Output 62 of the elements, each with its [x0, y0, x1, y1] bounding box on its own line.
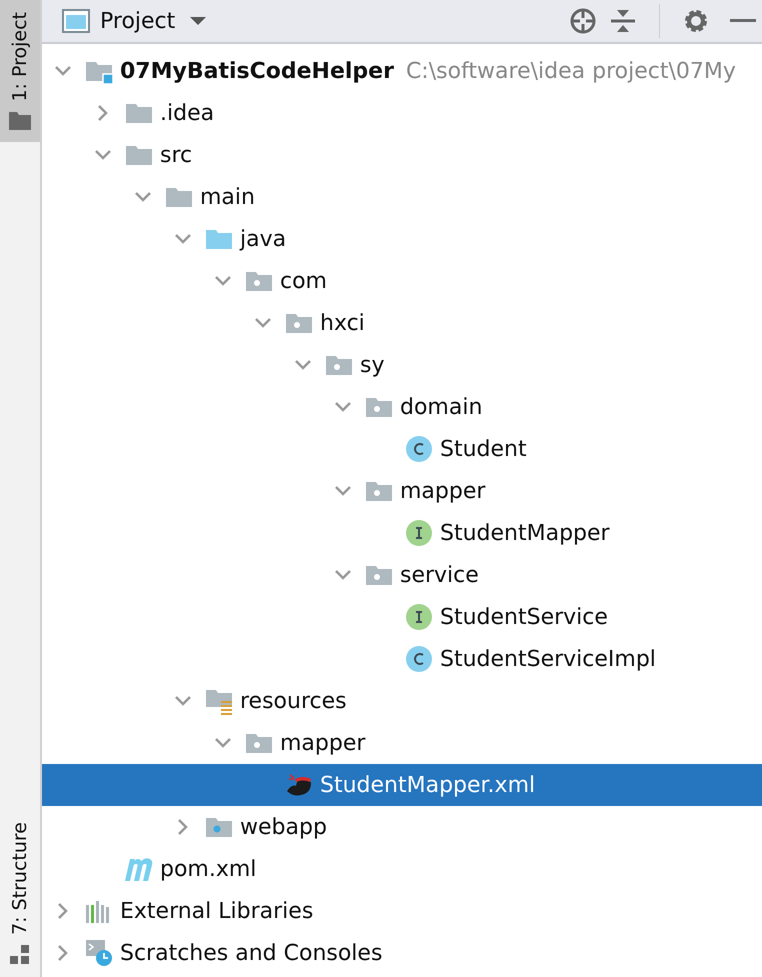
- tree-row[interactable]: java: [42, 218, 762, 260]
- tree-row[interactable]: StudentServiceImpl: [42, 638, 762, 680]
- tree-row[interactable]: Student: [42, 428, 762, 470]
- tree-row[interactable]: StudentMapper: [42, 512, 762, 554]
- scratches-icon: [85, 939, 113, 967]
- node-label: sy: [360, 352, 384, 378]
- node-label: service: [400, 562, 479, 588]
- node-label: webapp: [240, 814, 327, 840]
- tree-row[interactable]: hxci: [42, 302, 762, 344]
- node-label: mapper: [280, 730, 366, 756]
- node-label: StudentMapper.xml: [320, 772, 536, 798]
- settings-icon[interactable]: [682, 7, 710, 35]
- node-label: java: [240, 226, 286, 252]
- node-label: StudentService: [440, 604, 608, 630]
- node-label: .idea: [160, 100, 214, 126]
- tree-row[interactable]: webapp: [42, 806, 762, 848]
- node-label: StudentServiceImpl: [440, 646, 656, 672]
- interface-icon: [405, 519, 433, 547]
- project-view-icon: [62, 9, 90, 33]
- node-label: StudentMapper: [440, 520, 610, 546]
- resources-folder-icon: [205, 687, 233, 715]
- tree-row[interactable]: main: [42, 176, 762, 218]
- node-label: main: [200, 184, 255, 210]
- view-title: Project: [100, 8, 176, 34]
- tree-row[interactable]: StudentMapper.xml: [42, 764, 762, 806]
- tree-row[interactable]: mapper: [42, 722, 762, 764]
- class-icon: [405, 645, 433, 673]
- tree-row[interactable]: StudentService: [42, 596, 762, 638]
- caret-icon[interactable]: [189, 16, 208, 26]
- node-label: resources: [240, 688, 347, 714]
- tree-row[interactable]: com: [42, 260, 762, 302]
- node-path: C:\software\idea project\07My: [406, 58, 736, 84]
- class-icon: [405, 435, 433, 463]
- node-label: External Libraries: [120, 898, 314, 924]
- tree-row[interactable]: mapper: [42, 470, 762, 512]
- tree-row[interactable]: Scratches and Consoles: [42, 932, 762, 974]
- tree-row[interactable]: .idea: [42, 92, 762, 134]
- node-label: com: [280, 268, 327, 294]
- node-label: src: [160, 142, 192, 168]
- tool-window-tab[interactable]: 1: Project: [0, 0, 40, 142]
- structure-icon: [10, 945, 30, 965]
- tree-row[interactable]: service: [42, 554, 762, 596]
- interface-icon: [405, 603, 433, 631]
- folder-icon: [9, 112, 31, 130]
- tree-row[interactable]: External Libraries: [42, 890, 762, 932]
- node-label: Scratches and Consoles: [120, 940, 382, 966]
- tree-row[interactable]: domain: [42, 386, 762, 428]
- tree-row[interactable]: pom.xml: [42, 848, 762, 890]
- node-label: domain: [400, 394, 482, 420]
- crosshair-icon[interactable]: [569, 7, 597, 35]
- tool-window-tab[interactable]: 7: Structure: [0, 810, 40, 977]
- tree-row[interactable]: src: [42, 134, 762, 176]
- node-label: mapper: [400, 478, 486, 504]
- tree-row[interactable]: resources: [42, 680, 762, 722]
- tree-row[interactable]: sy: [42, 344, 762, 386]
- node-label: 07MyBatisCodeHelper: [120, 58, 394, 84]
- node-label: pom.xml: [160, 856, 256, 882]
- node-label: Student: [440, 436, 527, 462]
- collapse-all-icon[interactable]: [609, 7, 637, 35]
- minimize-icon[interactable]: [730, 18, 756, 24]
- tree-row[interactable]: 07MyBatisCodeHelper C:\software\idea project\07My: [42, 50, 762, 92]
- node-label: hxci: [320, 310, 365, 336]
